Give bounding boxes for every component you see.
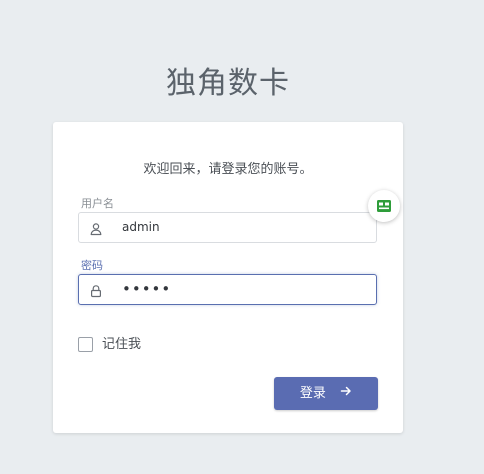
remember-me-label: 记住我 (102, 337, 142, 352)
welcome-message: 欢迎回来，请登录您的账号。 (143, 162, 313, 177)
user-icon (89, 221, 103, 236)
login-button-label: 登录 (299, 386, 326, 401)
app-title: 独角数卡 (166, 66, 290, 101)
remember-me-checkbox[interactable] (78, 337, 93, 352)
password-field[interactable]: ••••• (78, 274, 377, 305)
username-value: admin (122, 220, 160, 234)
password-manager-icon (377, 200, 391, 212)
lock-icon (89, 283, 103, 298)
password-manager-badge[interactable] (368, 190, 400, 222)
password-label: 密码 (81, 259, 103, 272)
login-button[interactable]: 登录 (274, 377, 378, 410)
login-card: 欢迎回来，请登录您的账号。 用户名 admin 密码 ••••• 记住我 登录 (53, 122, 403, 433)
arrow-right-icon (340, 377, 352, 410)
username-field[interactable]: admin (78, 212, 377, 243)
password-value: ••••• (122, 280, 172, 298)
username-label: 用户名 (81, 197, 114, 210)
login-page: 独角数卡 欢迎回来，请登录您的账号。 用户名 admin 密码 ••••• 记住… (0, 0, 484, 474)
